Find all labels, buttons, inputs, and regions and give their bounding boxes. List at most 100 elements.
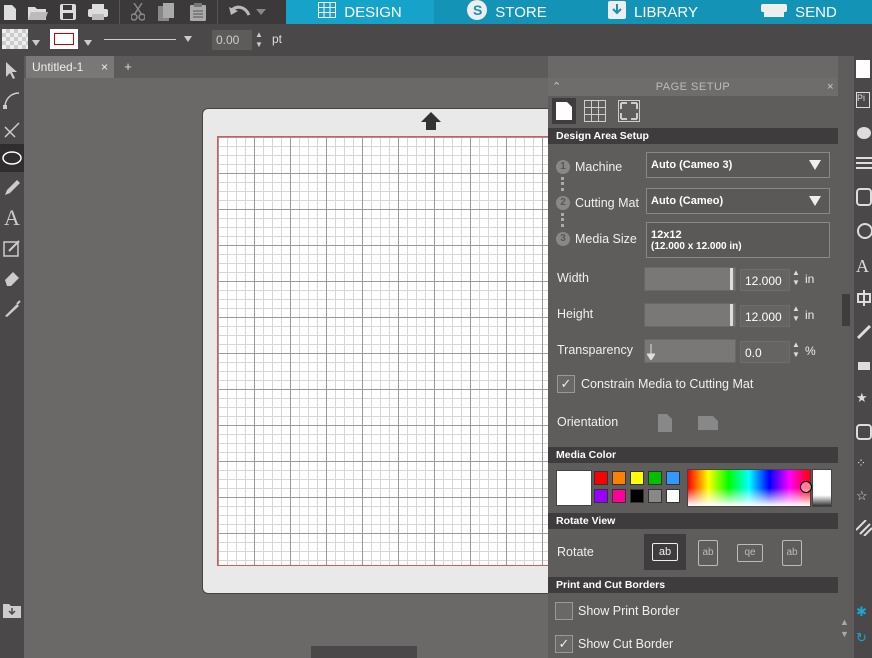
- replicate-panel-icon[interactable]: [856, 356, 872, 376]
- pixscan-tool-icon[interactable]: Pi: [856, 92, 870, 108]
- scroll-arrows-icon[interactable]: ▲ ▼: [840, 616, 849, 640]
- media-size-select[interactable]: 12x12 (12.000 x 12.000 in): [646, 222, 830, 258]
- tab-library[interactable]: LIBRARY: [580, 0, 726, 24]
- rotate-0-button[interactable]: ab: [644, 534, 686, 570]
- swatch-green[interactable]: [648, 471, 662, 485]
- height-input[interactable]: 12.000: [740, 305, 790, 327]
- swatch-pink[interactable]: [612, 489, 626, 503]
- show-print-border-checkbox[interactable]: [555, 602, 573, 620]
- swatch-gray[interactable]: [648, 489, 662, 503]
- tab-registration-marks-icon[interactable]: [618, 100, 640, 125]
- shadow-panel-icon[interactable]: [856, 222, 872, 242]
- media-color-current[interactable]: [556, 470, 592, 506]
- swatch-white[interactable]: [666, 489, 680, 503]
- hatch-panel-icon[interactable]: [855, 519, 872, 540]
- save-icon[interactable]: [58, 2, 78, 22]
- draw-tool-icon[interactable]: [0, 234, 24, 262]
- paste-icon[interactable]: [188, 2, 208, 22]
- portrait-orientation-icon[interactable]: [658, 414, 672, 435]
- trace-panel-icon[interactable]: [856, 188, 872, 208]
- swatch-blue[interactable]: [666, 471, 680, 485]
- width-slider[interactable]: [644, 267, 736, 291]
- undo-icon[interactable]: [228, 2, 252, 22]
- constrain-media-checkbox[interactable]: ✓: [557, 375, 575, 393]
- close-tab-icon[interactable]: ×: [101, 56, 108, 78]
- swatch-red[interactable]: [594, 471, 608, 485]
- tab-store-label: STORE: [495, 3, 547, 21]
- landscape-orientation-icon[interactable]: [698, 416, 718, 433]
- fill-color-swatch[interactable]: [2, 29, 28, 49]
- height-slider[interactable]: [644, 303, 736, 327]
- transparency-slider[interactable]: [644, 339, 736, 363]
- show-cut-border-checkbox[interactable]: ✓: [555, 635, 573, 653]
- open-folder-icon[interactable]: [28, 2, 48, 22]
- machine-select[interactable]: Auto (Cameo 3): [646, 152, 830, 178]
- rotate-180-icon[interactable]: qe: [737, 544, 763, 562]
- rotate-label: Rotate: [557, 545, 594, 559]
- line-tool-icon[interactable]: [0, 116, 24, 144]
- height-spinner[interactable]: ▲ ▼: [792, 304, 800, 326]
- cutting-mat-value: Auto (Cameo): [651, 195, 724, 207]
- brightness-slider[interactable]: [812, 469, 832, 507]
- tab-store[interactable]: S STORE: [434, 0, 580, 24]
- undo-dropdown-icon[interactable]: [254, 2, 268, 22]
- swatch-purple[interactable]: [594, 489, 608, 503]
- tab-design[interactable]: DESIGN: [286, 0, 434, 24]
- outline-star-panel-icon[interactable]: ☆: [856, 488, 872, 508]
- width-spinner[interactable]: ▲ ▼: [792, 268, 800, 290]
- rotate-90-icon[interactable]: ab: [698, 540, 718, 566]
- import-icon[interactable]: [0, 596, 24, 624]
- swatch-black[interactable]: [630, 489, 644, 503]
- swatch-yellow[interactable]: [630, 471, 644, 485]
- tab-send[interactable]: SEND: [726, 0, 872, 24]
- width-input[interactable]: 12.000: [740, 269, 790, 291]
- fill-panel-icon[interactable]: [856, 124, 872, 144]
- transparency-input[interactable]: 0.0: [740, 341, 790, 363]
- line-style-select[interactable]: [100, 29, 196, 49]
- horizontal-scrollbar[interactable]: [311, 646, 417, 658]
- knife-tool-icon[interactable]: [0, 294, 24, 322]
- select-tool-icon[interactable]: [0, 56, 24, 84]
- ellipse-tool-icon[interactable]: [0, 144, 24, 172]
- star-panel-icon[interactable]: ★: [856, 390, 872, 410]
- scrollbar-thumb[interactable]: [842, 294, 850, 326]
- collapse-icon[interactable]: ⌃: [552, 78, 562, 96]
- top-bar: DESIGN S STORE LIBRARY SEND: [0, 0, 872, 24]
- close-panel-icon[interactable]: ×: [827, 78, 834, 96]
- width-label: Width: [557, 271, 589, 285]
- swatch-orange[interactable]: [612, 471, 626, 485]
- copy-icon[interactable]: [156, 2, 176, 22]
- line-color-dropdown-icon[interactable]: [84, 35, 92, 49]
- sketch-panel-icon[interactable]: ⁘: [856, 456, 872, 476]
- panel-scrollbar[interactable]: ▲ ▼: [838, 56, 854, 658]
- text-style-panel-icon[interactable]: A: [856, 256, 872, 276]
- design-grid[interactable]: [217, 136, 559, 566]
- line-width-spinner[interactable]: ▲ ▼: [255, 30, 263, 50]
- page-setup-tool-icon[interactable]: [856, 60, 870, 78]
- settings-gear-icon[interactable]: ✱: [856, 604, 872, 624]
- color-spectrum-picker[interactable]: [687, 469, 812, 507]
- print-icon[interactable]: [88, 2, 108, 22]
- point-edit-tool-icon[interactable]: [0, 86, 24, 114]
- cutting-mat-select[interactable]: Auto (Cameo): [646, 188, 830, 214]
- document-tab[interactable]: Untitled-1 ×: [26, 56, 114, 78]
- add-tab-button[interactable]: +: [118, 56, 138, 78]
- new-file-icon[interactable]: [0, 2, 20, 22]
- line-color-swatch[interactable]: [50, 29, 78, 49]
- align-panel-icon[interactable]: [856, 290, 872, 310]
- eraser-tool-icon[interactable]: [0, 264, 24, 292]
- transform-panel-icon[interactable]: [856, 324, 872, 344]
- chevron-down-icon: [809, 160, 821, 170]
- fill-dropdown-icon[interactable]: [32, 35, 40, 49]
- sync-icon[interactable]: ↻: [856, 630, 872, 650]
- cut-icon[interactable]: [128, 2, 148, 22]
- text-tool-icon[interactable]: A: [0, 204, 24, 232]
- tab-grid-icon[interactable]: [584, 100, 606, 125]
- transparency-spinner[interactable]: ▲ ▼: [792, 340, 800, 362]
- line-width-input[interactable]: 0.00: [212, 30, 252, 50]
- offset-panel-icon[interactable]: [856, 424, 872, 444]
- line-panel-icon[interactable]: [856, 156, 872, 176]
- pencil-tool-icon[interactable]: [0, 174, 24, 202]
- tab-page-setup[interactable]: [552, 98, 576, 124]
- rotate-270-icon[interactable]: ab: [782, 540, 802, 566]
